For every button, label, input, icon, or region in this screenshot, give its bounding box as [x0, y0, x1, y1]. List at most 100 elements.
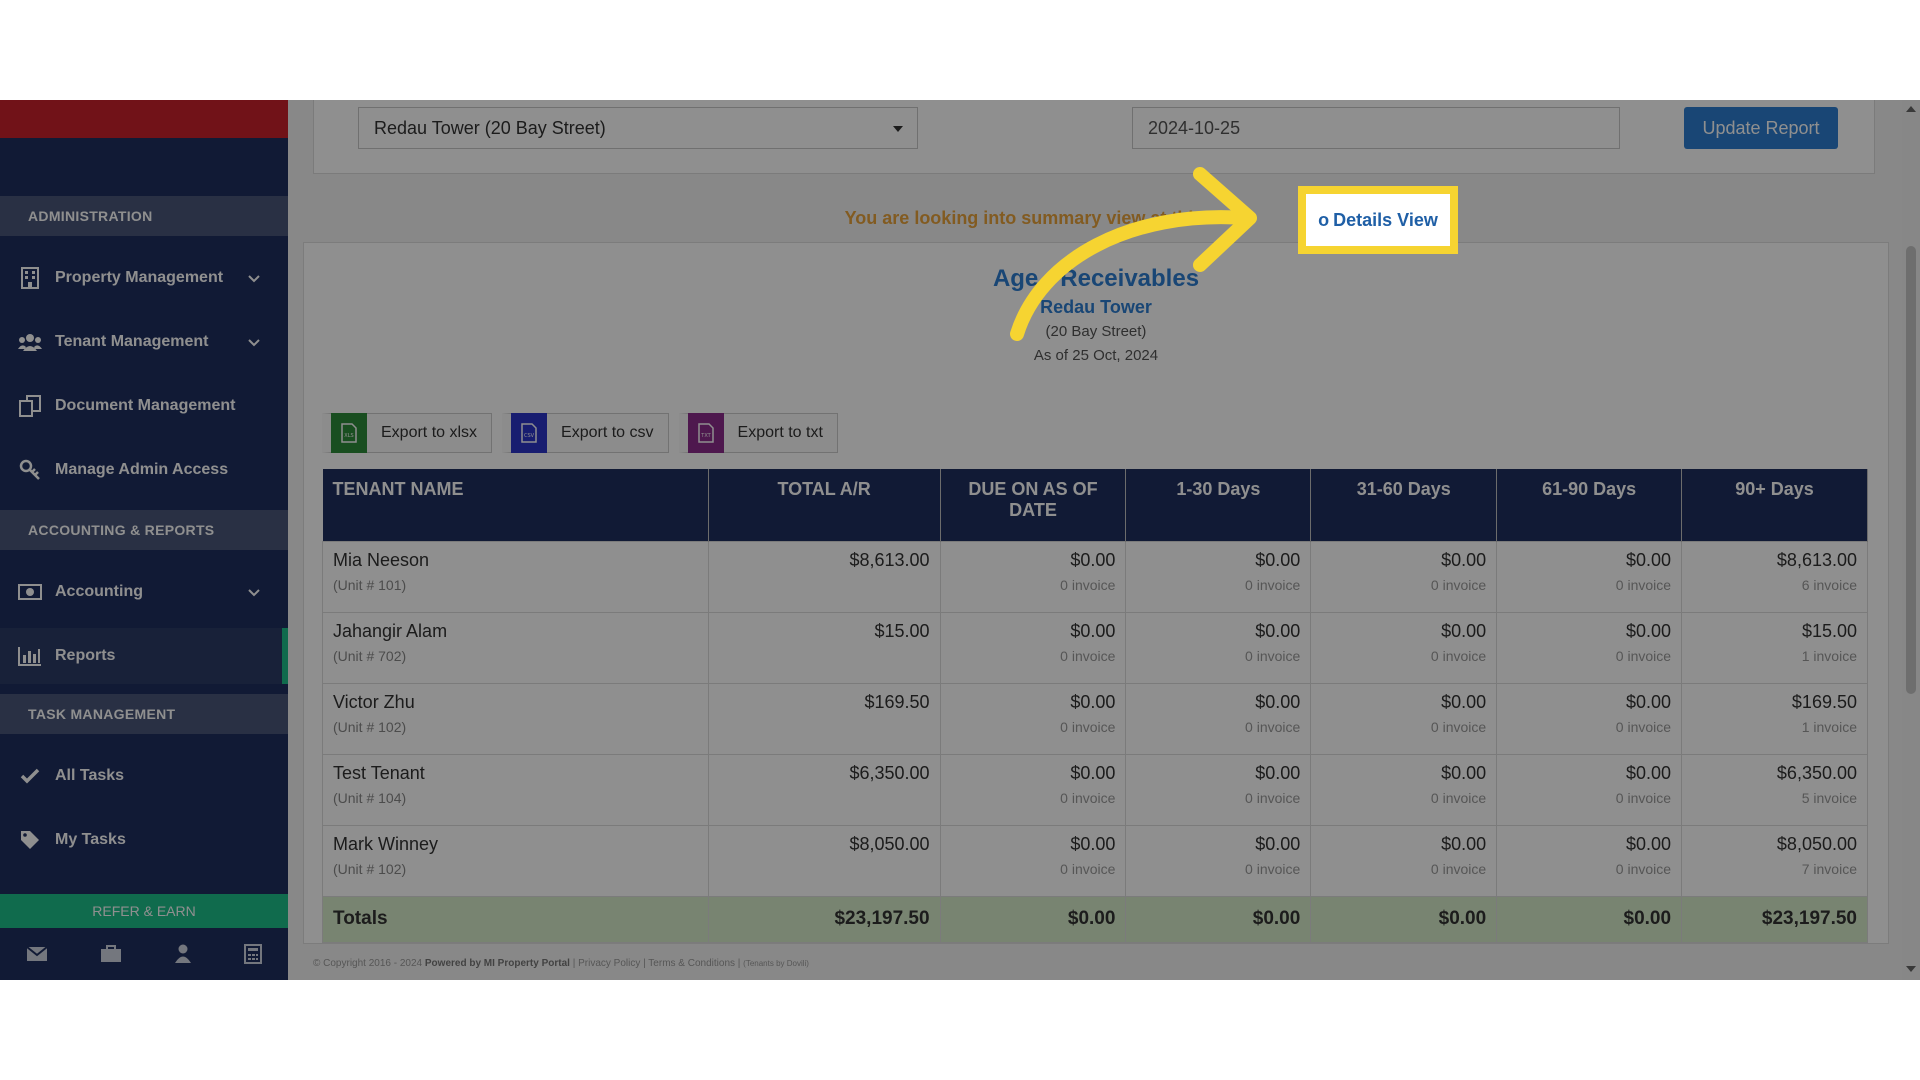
amount: $0.00 — [1626, 833, 1672, 854]
d30-cell: $0.00 0 invoice — [1125, 682, 1312, 755]
col-due-on-as-of-date: DUE ON AS OF DATE — [940, 469, 1127, 541]
sidebar-item-property-management[interactable]: Property Management — [0, 250, 288, 306]
tenant-cell: Test Tenant (Unit # 104) — [322, 753, 709, 826]
due-cell: $0.00 0 invoice — [939, 824, 1127, 897]
sidebar-item-label: All Tasks — [55, 767, 125, 784]
amount: $0.00 — [1626, 549, 1672, 570]
col-tenant-name: TENANT NAME — [322, 469, 709, 541]
totals-61-90: $0.00 — [1496, 895, 1683, 943]
export-xlsx-label: Export to xlsx — [381, 424, 478, 441]
sidebar-item-accounting[interactable]: Accounting — [0, 564, 288, 620]
table-row: Victor Zhu (Unit # 102) $169.50 $0.00 0 in… — [322, 682, 1868, 755]
users-icon — [18, 330, 42, 354]
amount: $0.00 — [1070, 620, 1116, 641]
caret-down-icon — [893, 126, 903, 132]
chevron-down-icon — [248, 334, 260, 352]
invoice-count: 0 invoice — [1615, 576, 1672, 593]
tenant-unit: (Unit # 102) — [333, 860, 407, 877]
sidebar-item-tenant-management[interactable]: Tenant Management — [0, 314, 288, 370]
amount: $0.00 — [1441, 833, 1487, 854]
amount: $0.00 — [1441, 762, 1487, 783]
amount: $0.00 — [1626, 762, 1672, 783]
table-row: Jahangir Alam (Unit # 702) $15.00 $0.00 0 … — [322, 611, 1868, 684]
invoice-count: 0 invoice — [1245, 576, 1301, 593]
export-csv-button[interactable]: CSV Export to csv — [502, 413, 669, 453]
totals-31-60: $0.00 — [1310, 895, 1498, 943]
export-xlsx-button[interactable]: XLS Export to xlsx — [322, 413, 493, 453]
money-icon — [18, 580, 42, 604]
sidebar-item-manage-admin-access[interactable]: Manage Admin Access — [0, 442, 288, 498]
briefcase-icon[interactable] — [100, 944, 122, 968]
property-select[interactable]: Redau Tower (20 Bay Street) — [358, 107, 918, 149]
details-view-label: Details View — [1333, 209, 1438, 230]
tenant-name[interactable]: Mark Winney — [333, 834, 698, 855]
total-ar-cell: $8,613.00 — [707, 540, 941, 613]
chevron-down-icon — [248, 270, 260, 288]
envelope-icon[interactable] — [26, 945, 48, 967]
due-cell: $0.00 0 invoice — [939, 682, 1127, 755]
user-icon[interactable] — [174, 944, 192, 969]
amount: $0.00 — [1070, 762, 1116, 783]
invoice-count: 0 invoice — [1615, 860, 1672, 877]
d90plus-cell: $6,350.00 5 invoice — [1681, 753, 1868, 826]
update-report-button[interactable]: Update Report — [1684, 107, 1838, 149]
table-row: Test Tenant (Unit # 104) $6,350.00 $0.00 0… — [322, 753, 1868, 826]
sidebar: ADMINISTRATION Property Management Tenan… — [0, 100, 288, 980]
scroll-down-arrow-icon[interactable] — [1906, 966, 1916, 972]
d90-cell: $0.00 0 invoice — [1496, 824, 1683, 897]
calculator-icon[interactable] — [244, 943, 262, 969]
amount: $0.00 — [1070, 691, 1116, 712]
export-toolbar: XLS Export to xlsx CSV Export to csv TXT… — [322, 413, 838, 453]
invoice-count: 0 invoice — [1430, 647, 1487, 664]
amount: $0.00 — [1441, 620, 1487, 641]
sidebar-item-label: Property Management — [55, 269, 224, 286]
page-scrollbar[interactable] — [1902, 100, 1920, 980]
amount: $8,613.00 — [849, 549, 930, 570]
totals-label: Totals — [322, 895, 709, 943]
sidebar-item-all-tasks[interactable]: All Tasks — [0, 748, 288, 804]
table-row: Mia Neeson (Unit # 101) $8,613.00 $0.00 0 … — [322, 540, 1868, 613]
tenant-name[interactable]: Mia Neeson — [333, 550, 698, 571]
sidebar-item-label: Document Management — [55, 397, 236, 414]
sidebar-item-my-tasks[interactable]: My Tasks — [0, 812, 288, 868]
due-cell: $0.00 0 invoice — [939, 540, 1127, 613]
tenant-cell: Mark Winney (Unit # 102) — [322, 824, 709, 897]
export-txt-label: Export to txt — [737, 424, 823, 441]
report-date-input[interactable]: 2024-10-25 — [1132, 107, 1620, 149]
totals-1-30: $0.00 — [1125, 895, 1312, 943]
main-content: Redau Tower (20 Bay Street) 2024-10-25 U… — [288, 100, 1902, 980]
table-header-row: TENANT NAME TOTAL A/R DUE ON AS OF DATE … — [322, 469, 1868, 541]
amount: $15.00 — [874, 620, 930, 641]
sidebar-item-reports[interactable]: Reports — [0, 628, 288, 684]
sidebar-brand-bar — [0, 100, 288, 138]
scrollbar-thumb[interactable] — [1906, 246, 1916, 694]
copyright-text: © Copyright 2016 - 2024 — [313, 958, 423, 969]
details-view-link[interactable]: o Details View — [1306, 194, 1450, 246]
refer-earn-button[interactable]: REFER & EARN — [0, 894, 288, 928]
powered-by-link[interactable]: Powered by MI Property Portal — [425, 958, 570, 969]
invoice-count: 0 invoice — [1430, 718, 1487, 735]
amount: $0.00 — [1070, 833, 1116, 854]
d30-cell: $0.00 0 invoice — [1125, 611, 1312, 684]
invoice-count: 0 invoice — [1430, 860, 1487, 877]
export-txt-button[interactable]: TXT Export to txt — [678, 413, 838, 453]
aged-receivables-table: TENANT NAME TOTAL A/R DUE ON AS OF DATE … — [322, 469, 1868, 943]
footer-links[interactable]: | Privacy Policy | Terms & Conditions | — [573, 958, 741, 969]
tenant-name[interactable]: Victor Zhu — [333, 692, 698, 713]
sidebar-item-label: Tenant Management — [55, 333, 209, 350]
invoice-count: 6 invoice — [1801, 576, 1857, 593]
col-90-plus-days: 90+ Days — [1681, 469, 1868, 541]
csv-file-icon: CSV — [511, 413, 548, 453]
scroll-up-arrow-icon[interactable] — [1906, 106, 1916, 112]
invoice-count: 0 invoice — [1430, 576, 1487, 593]
d90plus-cell: $15.00 1 invoice — [1681, 611, 1868, 684]
col-31-60-days: 31-60 Days — [1310, 469, 1498, 541]
tenant-name[interactable]: Test Tenant — [333, 763, 698, 784]
footer-small-text: (Tenants by Dovili) — [743, 959, 809, 968]
report-filter-panel: Redau Tower (20 Bay Street) 2024-10-25 U… — [313, 100, 1875, 174]
d60-cell: $0.00 0 invoice — [1310, 611, 1498, 684]
invoice-count: 5 invoice — [1801, 789, 1857, 806]
amount: $0.00 — [1626, 620, 1672, 641]
sidebar-item-document-management[interactable]: Document Management — [0, 378, 288, 434]
tenant-name[interactable]: Jahangir Alam — [333, 621, 698, 642]
